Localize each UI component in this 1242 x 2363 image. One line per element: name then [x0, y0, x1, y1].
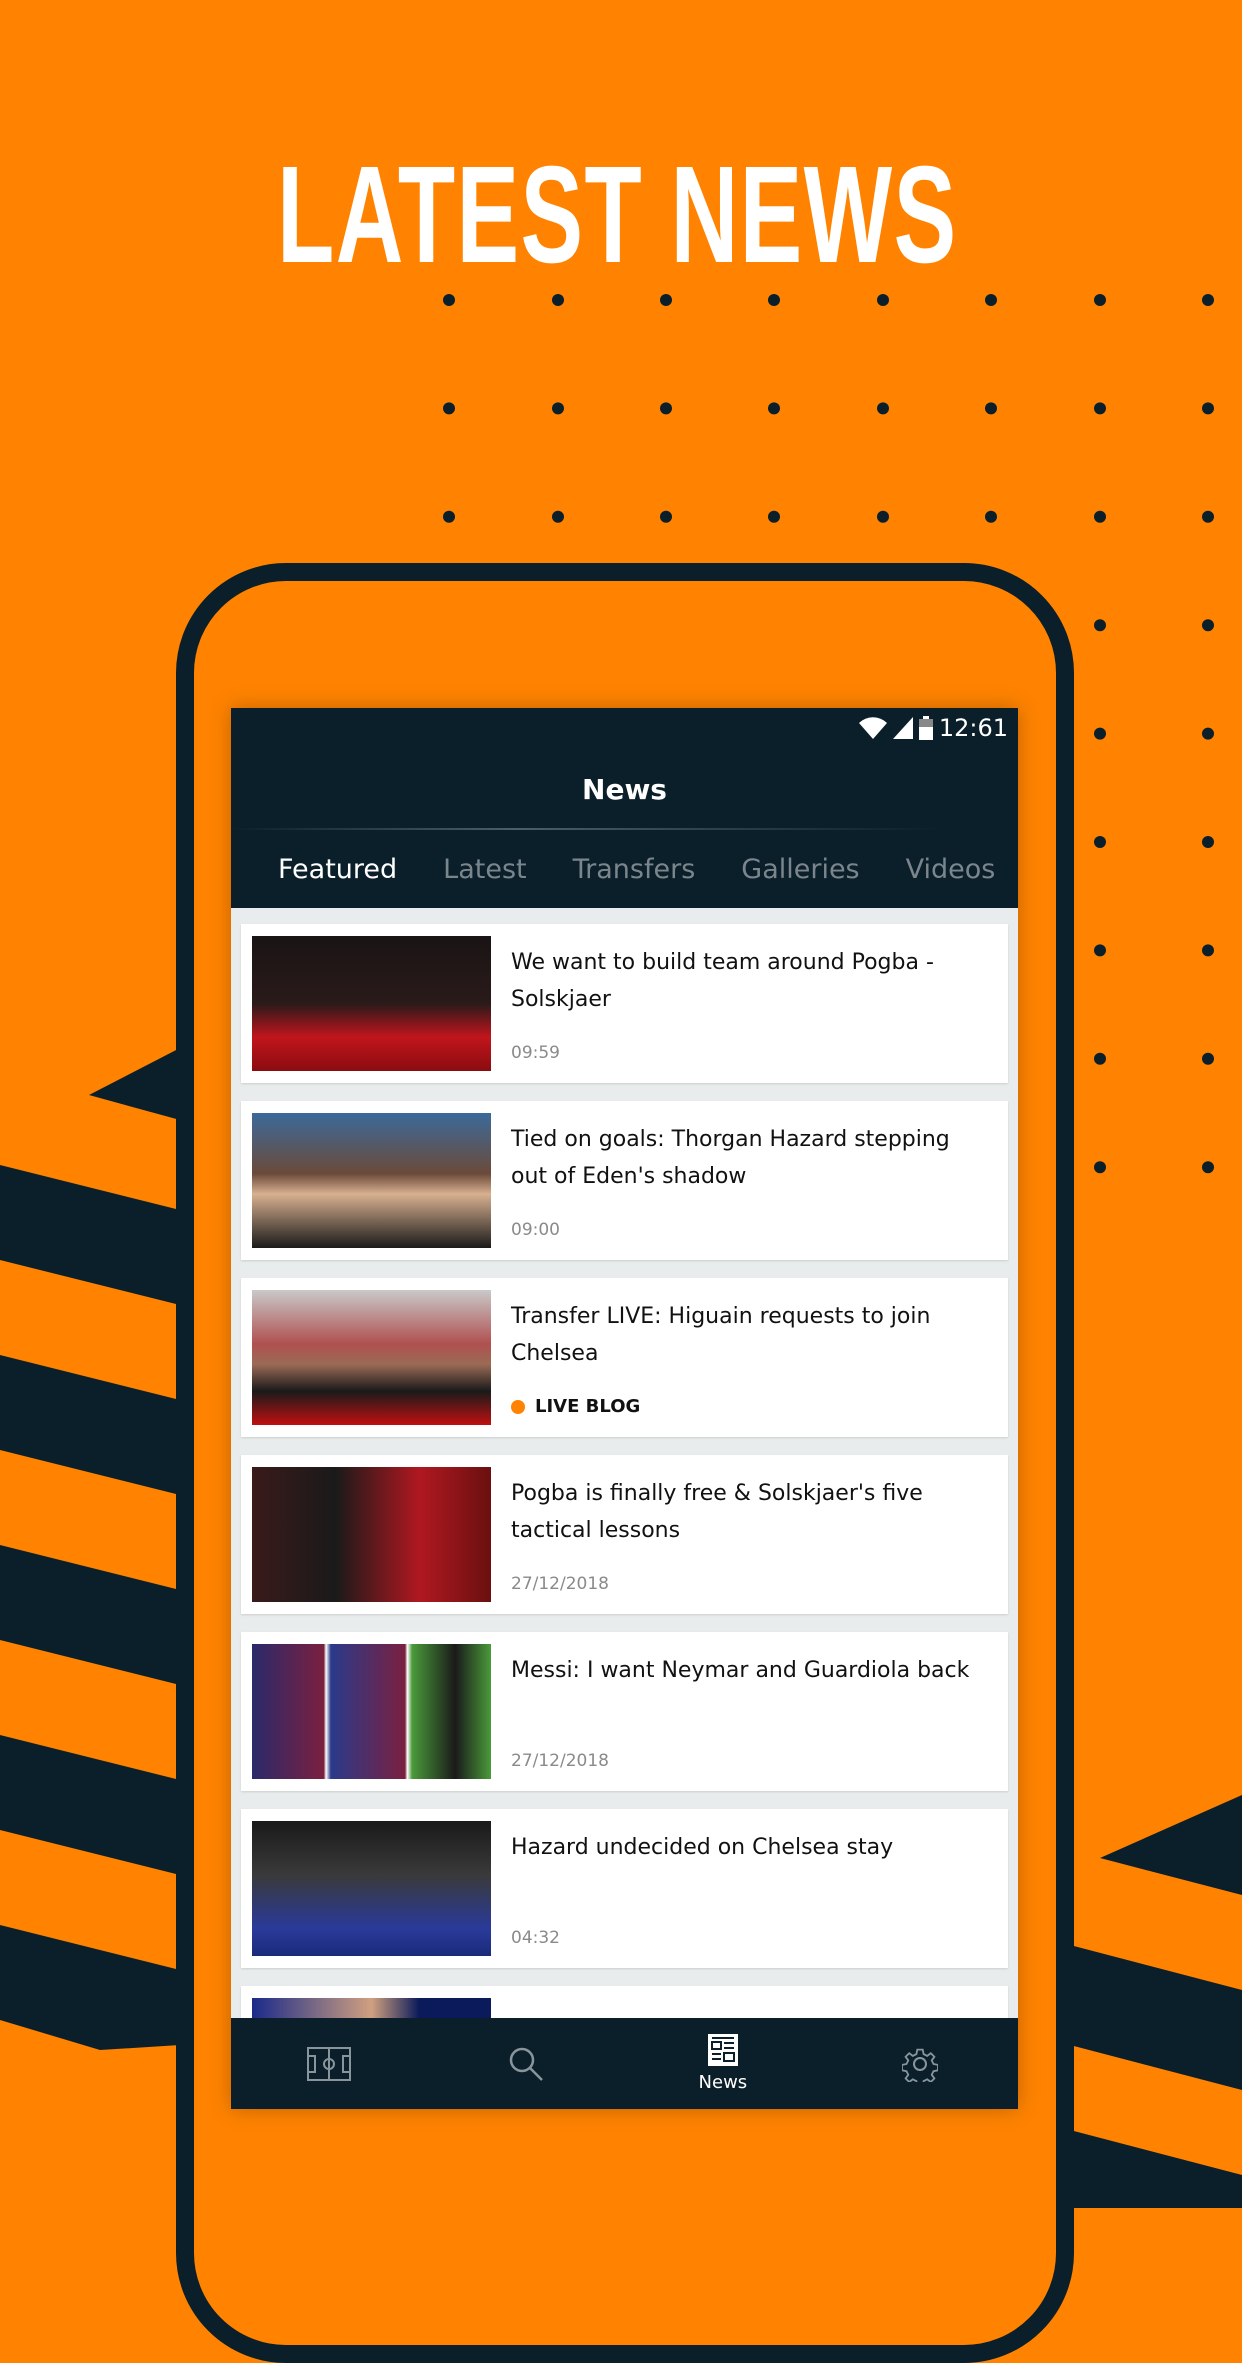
signal-icon [892, 717, 913, 739]
decor-dot [1202, 1161, 1214, 1174]
nav-settings[interactable] [860, 2046, 980, 2082]
article-card[interactable]: Transfer LIVE: Higuain requests to join … [241, 1278, 1008, 1437]
decor-dot [1202, 294, 1214, 306]
decor-dot [1202, 402, 1214, 415]
decor-dot [1094, 1052, 1106, 1065]
battery-icon [918, 716, 933, 740]
decor-dot [1094, 619, 1106, 632]
decor-dot [1094, 402, 1106, 415]
decor-dot [660, 294, 672, 306]
decor-dot [552, 510, 564, 523]
article-card[interactable]: Hazard undecided on Chelsea stay 04:32 [241, 1809, 1008, 1968]
decor-dot [768, 510, 780, 523]
news-icon [707, 2034, 738, 2066]
pitch-icon [307, 2046, 352, 2081]
wifi-icon [858, 717, 887, 739]
decor-dot [1094, 944, 1106, 957]
page-title: News [582, 772, 667, 806]
tab-latest[interactable]: Latest [443, 854, 526, 885]
bottom-nav: News [231, 2018, 1018, 2109]
gear-icon [901, 2048, 938, 2082]
status-bar: 12:61 [231, 708, 1018, 748]
live-dot-icon [511, 1399, 525, 1414]
article-title: Hazard undecided on Chelsea stay [511, 1835, 894, 1860]
article-card[interactable]: We want to build team around Pogba - Sol… [241, 924, 1008, 1083]
clock: 12:61 [938, 714, 1008, 742]
article-list: We want to build team around Pogba - Sol… [231, 908, 1018, 2109]
nav-news[interactable]: News [663, 2034, 783, 2093]
decor-dot [768, 402, 780, 415]
decor-dot [1202, 836, 1214, 848]
app-header: News [231, 748, 1018, 830]
decor-dot [443, 402, 455, 415]
article-time: 09:59 [511, 1043, 560, 1063]
article-thumbnail [252, 1467, 491, 1602]
article-thumbnail [252, 1113, 491, 1248]
decor-dot [660, 402, 672, 415]
decor-dot [877, 402, 889, 415]
article-time: 04:32 [511, 1928, 560, 1948]
nav-search[interactable] [466, 2046, 586, 2082]
article-card[interactable]: Messi: I want Neymar and Guardiola back 2… [241, 1632, 1008, 1791]
nav-matches[interactable] [269, 2046, 389, 2081]
article-time: 27/12/2018 [511, 1574, 609, 1594]
decor-dot [1202, 619, 1214, 632]
tab-galleries[interactable]: Galleries [741, 854, 859, 885]
decor-dot [1094, 727, 1106, 740]
decor-dot [1094, 510, 1106, 523]
decor-dot [552, 402, 564, 415]
decor-dot [985, 510, 997, 523]
article-card[interactable]: Pogba is finally free & Solskjaer's five… [241, 1455, 1008, 1614]
article-title: Transfer LIVE: Higuain requests to join … [511, 1304, 931, 1366]
article-thumbnail [252, 1290, 491, 1425]
decor-dot [443, 294, 455, 306]
decor-dot [1202, 944, 1214, 957]
decor-dot [1202, 1052, 1214, 1065]
decor-dot [1094, 294, 1106, 306]
article-title: Messi: I want Neymar and Guardiola back [511, 1658, 970, 1683]
nav-news-label: News [698, 2072, 748, 2093]
decor-dot [443, 510, 455, 523]
decor-dot [1094, 1161, 1106, 1174]
decor-dot [660, 510, 672, 523]
article-thumbnail [252, 1821, 491, 1956]
decor-dot [985, 294, 997, 306]
article-time: 27/12/2018 [511, 1751, 609, 1771]
promo-headline: LATEST NEWS [277, 138, 958, 292]
decor-dot [768, 294, 780, 306]
article-title: Tied on goals: Thorgan Hazard stepping o… [511, 1127, 950, 1189]
decor-dot [877, 510, 889, 523]
search-icon [509, 2047, 544, 2081]
tab-videos[interactable]: Videos [906, 854, 996, 885]
decor-dot [1202, 727, 1214, 740]
article-time: 09:00 [511, 1220, 560, 1240]
tab-featured[interactable]: Featured [278, 854, 397, 885]
article-card[interactable]: Tied on goals: Thorgan Hazard stepping o… [241, 1101, 1008, 1260]
article-thumbnail [252, 1644, 491, 1779]
tab-transfers[interactable]: Transfers [573, 854, 696, 885]
live-blog-badge: LIVE BLOG [511, 1396, 991, 1417]
app-screen: 12:61 News Featured Latest Transfers Gal… [231, 708, 1018, 2109]
article-thumbnail [252, 936, 491, 1071]
decor-dot [877, 294, 889, 306]
decor-dot [552, 294, 564, 306]
tab-bar: Featured Latest Transfers Galleries Vide… [231, 830, 1018, 908]
article-title: We want to build team around Pogba - Sol… [511, 950, 934, 1012]
decor-dot [985, 402, 997, 415]
article-title: Pogba is finally free & Solskjaer's five… [511, 1481, 923, 1543]
decor-dot [1094, 836, 1106, 848]
decor-dot [1202, 510, 1214, 523]
